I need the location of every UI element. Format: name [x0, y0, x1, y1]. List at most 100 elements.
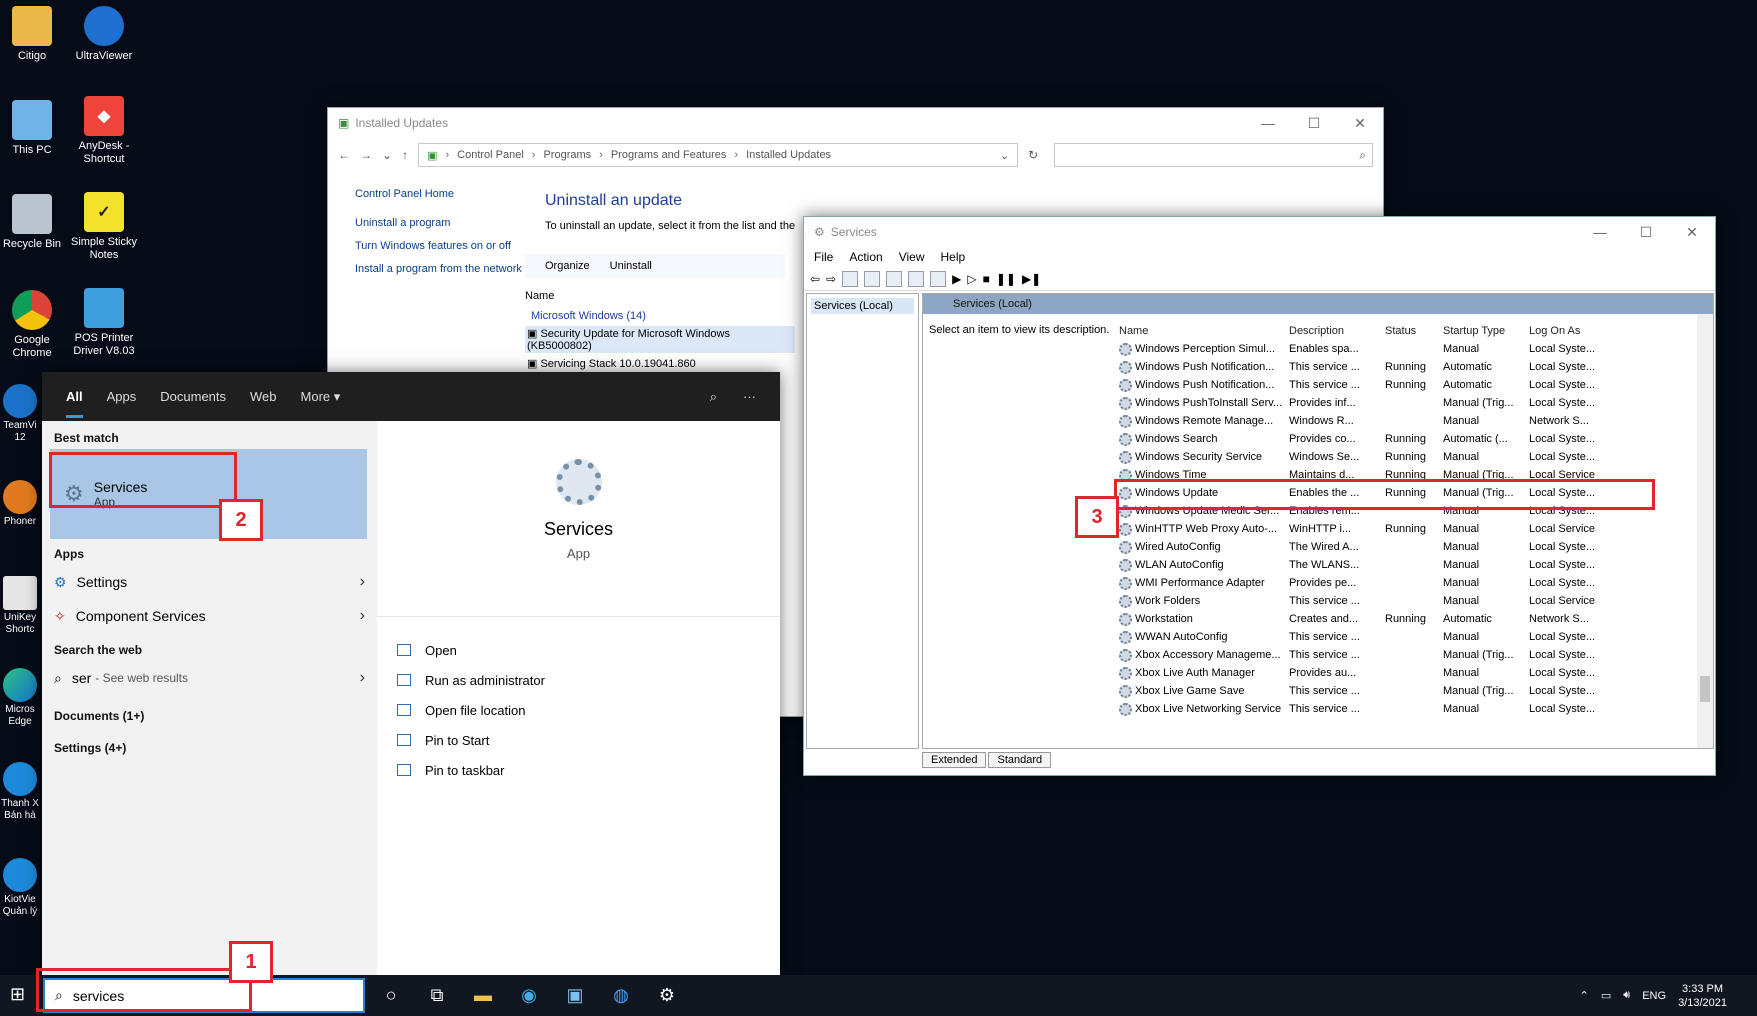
table-row[interactable]: Windows PushToInstall Serv... Provides in… [1119, 394, 1697, 412]
table-row[interactable]: Windows Search Provides co... Running Autom… [1119, 430, 1697, 448]
tab-apps[interactable]: Apps [107, 389, 137, 404]
tab-documents[interactable]: Documents [160, 389, 226, 404]
chevron-down-icon[interactable]: ⌄ [1000, 149, 1009, 162]
desktop-icon-sticky-notes[interactable]: ✓ Simple Sticky Notes [68, 192, 140, 262]
col-description[interactable]: Description [1289, 322, 1385, 340]
table-row[interactable]: WWAN AutoConfig This service ... Manual Loc… [1119, 628, 1697, 646]
restart-icon[interactable]: ▶❚ [1022, 272, 1041, 286]
ultraviewer-icon[interactable]: ◍ [605, 980, 637, 1012]
title-bar[interactable]: ▣ Installed Updates — ☐ ✕ [328, 108, 1383, 138]
tab-web[interactable]: Web [250, 389, 277, 404]
maximize-button[interactable]: ☐ [1623, 224, 1669, 241]
refresh-icon[interactable]: ↻ [1028, 148, 1038, 162]
export-icon[interactable] [886, 270, 903, 287]
up-icon[interactable]: ↑ [402, 148, 408, 162]
task-view-icon[interactable]: ⧉ [421, 980, 453, 1012]
table-row[interactable]: Work Folders This service ... Manual Local … [1119, 592, 1697, 610]
chevron-down-icon[interactable]: ⌄ [382, 148, 392, 162]
table-row[interactable]: WMI Performance Adapter Provides pe... Man… [1119, 574, 1697, 592]
properties-icon[interactable] [930, 270, 947, 287]
stop-icon[interactable]: ■ [983, 272, 990, 286]
play-outline-icon[interactable]: ▷ [967, 272, 976, 286]
clock[interactable]: 3:33 PM 3/13/2021 [1678, 982, 1727, 1010]
table-row[interactable]: Xbox Live Networking Service This service… [1119, 700, 1697, 718]
group-header[interactable]: Microsoft Windows (14) [531, 310, 795, 322]
result-settings-group[interactable]: Settings (4+) [42, 727, 377, 759]
tab-standard[interactable]: Standard [988, 752, 1052, 768]
menu-help[interactable]: Help [941, 250, 966, 264]
link-uninstall-program[interactable]: Uninstall a program [355, 217, 525, 230]
desktop-icon-unikey[interactable]: UniKey Shortc [0, 576, 40, 636]
action-run-as-admin[interactable]: Run as administrator [397, 665, 760, 695]
feedback-icon[interactable]: ⌕ [710, 389, 717, 405]
services-taskbar-icon[interactable]: ⚙ [651, 980, 683, 1012]
more-options-icon[interactable]: ··· [743, 389, 756, 405]
console-tree-icon[interactable] [842, 270, 859, 287]
action-pin-to-taskbar[interactable]: Pin to taskbar [397, 755, 760, 785]
control-panel-icon[interactable]: ▣ [559, 980, 591, 1012]
action-pin-to-start[interactable]: Pin to Start [397, 725, 760, 755]
language-indicator[interactable]: ENG [1642, 990, 1666, 1002]
menu-action[interactable]: Action [849, 250, 882, 264]
network-icon[interactable]: ▭ [1601, 989, 1611, 1002]
help-icon[interactable] [908, 270, 925, 287]
minimize-button[interactable]: — [1245, 115, 1291, 132]
uninstall-button[interactable]: Uninstall [610, 260, 652, 272]
play-icon[interactable]: ▶ [952, 272, 961, 286]
title-bar[interactable]: ⚙ Services — ☐ ✕ [804, 217, 1715, 247]
breadcrumb-item[interactable]: Programs [543, 149, 591, 161]
table-row[interactable]: WLAN AutoConfig The WLANS... Manual Local S… [1119, 556, 1697, 574]
chevron-right-icon[interactable]: › [360, 573, 365, 591]
desktop-icon-ultraviewer[interactable]: UltraViewer [68, 6, 140, 63]
breadcrumb-item[interactable]: Installed Updates [746, 149, 831, 161]
windows-start-icon[interactable]: ⊞ [10, 984, 25, 1005]
link-control-panel-home[interactable]: Control Panel Home [355, 188, 525, 201]
edge-icon[interactable]: ◉ [513, 980, 545, 1012]
table-row[interactable]: WinHTTP Web Proxy Auto-... WinHTTP i... Ru… [1119, 520, 1697, 538]
col-startup-type[interactable]: Startup Type [1443, 322, 1529, 340]
desktop-icon-pos-printer[interactable]: POS Printer Driver V8.03 [68, 288, 140, 358]
tab-more[interactable]: More ▾ [301, 389, 341, 405]
pause-icon[interactable]: ❚❚ [996, 272, 1016, 286]
search-input[interactable]: ⌕ [1054, 143, 1373, 167]
vertical-scrollbar[interactable] [1697, 314, 1713, 748]
chevron-right-icon[interactable]: › [360, 607, 365, 625]
column-name[interactable]: Name [525, 290, 795, 302]
volume-icon[interactable]: 🔊︎ [1623, 989, 1630, 1002]
address-bar[interactable]: ▣ › Control Panel › Programs › Programs … [418, 143, 1019, 167]
result-settings[interactable]: ⚙ Settings › [42, 565, 377, 599]
table-row[interactable]: Windows Remote Manage... Windows R... Manu… [1119, 412, 1697, 430]
update-row[interactable]: ▣ Servicing Stack 10.0.19041.860 [527, 357, 795, 370]
action-open-file-location[interactable]: Open file location [397, 695, 760, 725]
link-windows-features[interactable]: Turn Windows features on or off [355, 240, 525, 253]
desktop-icon-edge[interactable]: Micros Edge [0, 668, 40, 728]
minimize-button[interactable]: — [1577, 224, 1623, 241]
desktop-icon-this-pc[interactable]: This PC [0, 100, 68, 157]
col-log-on-as[interactable]: Log On As [1529, 322, 1629, 340]
file-explorer-icon[interactable]: ▬ [467, 980, 499, 1012]
table-row[interactable]: Xbox Live Auth Manager Provides au... Manu… [1119, 664, 1697, 682]
table-row[interactable]: Xbox Live Game Save This service ... Manua… [1119, 682, 1697, 700]
chevron-up-icon[interactable]: ⌃ [1580, 989, 1589, 1002]
desktop-icon-teamviewer[interactable]: TeamVi 12 [0, 384, 40, 444]
table-row[interactable]: Windows Push Notification... This service… [1119, 358, 1697, 376]
tree-item-services-local[interactable]: Services (Local) [811, 298, 914, 314]
result-web-search[interactable]: ⌕ ser - See web results › [42, 661, 377, 695]
tab-extended[interactable]: Extended [922, 752, 987, 768]
action-open[interactable]: Open [397, 635, 760, 665]
scroll-thumb[interactable] [1700, 676, 1710, 702]
update-row[interactable]: ▣ Security Update for Microsoft Windows … [525, 326, 795, 353]
maximize-button[interactable]: ☐ [1291, 115, 1337, 132]
tab-all[interactable]: All [66, 375, 83, 418]
table-row[interactable]: Xbox Accessory Manageme... This service .… [1119, 646, 1697, 664]
organize-button[interactable]: Organize [545, 260, 590, 272]
cortana-icon[interactable]: ○ [375, 980, 407, 1012]
close-button[interactable]: ✕ [1337, 115, 1383, 132]
table-row[interactable]: Windows Push Notification... This service… [1119, 376, 1697, 394]
breadcrumb-item[interactable]: Control Panel [457, 149, 524, 161]
desktop-icon-kiotviet[interactable]: KiotVie Quản lý [0, 858, 40, 918]
table-row[interactable]: Windows Perception Simul... Enables spa..… [1119, 340, 1697, 358]
desktop-icon-phoner[interactable]: Phoner [0, 480, 40, 528]
desktop-icon-citigo[interactable]: Citigo [0, 6, 68, 63]
refresh-icon[interactable] [864, 270, 881, 287]
